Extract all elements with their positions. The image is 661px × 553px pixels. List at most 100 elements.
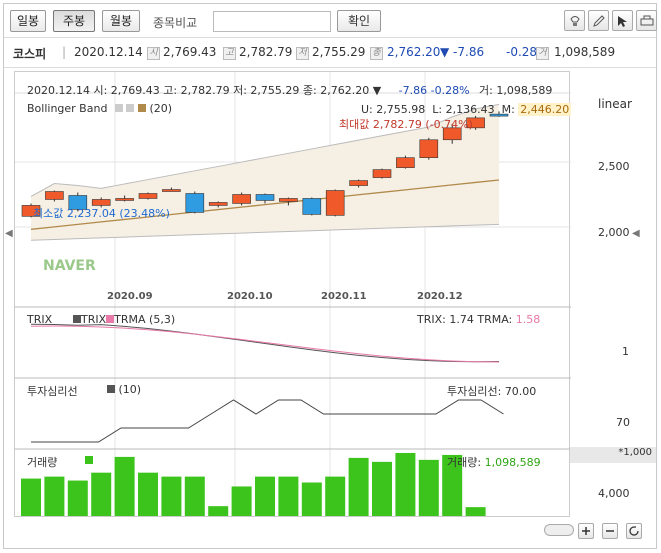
- volume-bar: [348, 457, 369, 516]
- candle-body: [419, 139, 439, 158]
- compare-input[interactable]: [213, 11, 331, 32]
- price-tick: 2,500: [598, 160, 630, 173]
- candle-body: [279, 198, 298, 202]
- volume-unit: *1,000: [570, 447, 656, 463]
- chart-area[interactable]: 2020.12.14 시: 2,769.43 고: 2,782.79 저: 2,…: [14, 71, 572, 517]
- psy-line: [31, 399, 504, 443]
- candle-body: [325, 190, 345, 216]
- info-change: ▼ -7.86: [440, 45, 485, 59]
- zoom-slider[interactable]: [544, 524, 574, 536]
- pencil-icon: [593, 15, 605, 27]
- x-tick: 2020.12: [417, 291, 463, 302]
- volume-legend: [85, 454, 93, 467]
- compare-label: 종목비교: [153, 16, 198, 30]
- volume-bar: [91, 472, 112, 516]
- info-divider: [4, 67, 656, 68]
- close-tag: 종: [370, 47, 383, 60]
- psy-legend: (10): [107, 383, 141, 396]
- volume-bar: [44, 476, 65, 516]
- candle-body: [302, 198, 322, 215]
- trix-values: TRIX: 1.74 TRMA: 1.58: [417, 313, 541, 326]
- trix-tick: 1: [622, 345, 629, 358]
- volume-bar: [465, 507, 486, 516]
- volume-bar: [184, 476, 205, 516]
- scroll-left-icon[interactable]: ◀: [5, 228, 13, 239]
- chart-widget: 일봉 주봉 월봉 종목비교 확인 코스피 | 2020.12.14 시 2,76…: [3, 3, 657, 549]
- open-tag: 시: [147, 47, 160, 60]
- candle-body: [372, 169, 392, 178]
- crosshair-tool[interactable]: [612, 10, 633, 31]
- candle-body: [115, 198, 134, 201]
- lamp-icon: [570, 16, 580, 26]
- x-tick: 2020.09: [107, 291, 153, 302]
- scale-mode[interactable]: linear: [598, 97, 632, 111]
- indicator-tool[interactable]: [564, 10, 585, 31]
- volume-bar: [114, 456, 135, 516]
- bollinger-label: Bollinger Band: [27, 102, 108, 115]
- psy-label: 투자심리선: [27, 385, 78, 398]
- volume-label: 거래량: [27, 456, 58, 469]
- naver-watermark: NAVER: [43, 258, 96, 274]
- psy-tick: 70: [616, 416, 630, 429]
- max-label: 최대값 2,782.79 (-0.74%): [339, 118, 473, 131]
- period-day-button[interactable]: 일봉: [10, 10, 46, 32]
- index-name: 코스피: [13, 47, 47, 61]
- printer-icon: [640, 15, 654, 26]
- candle-body: [162, 189, 181, 192]
- candle-body: [255, 194, 275, 201]
- low-tag: 저: [296, 47, 309, 60]
- volume-bar: [372, 461, 392, 516]
- x-tick: 2020.10: [227, 291, 273, 302]
- volume-bar: [255, 476, 275, 516]
- volume-bar: [231, 486, 252, 516]
- refresh-button[interactable]: [626, 523, 642, 539]
- candle-body: [396, 157, 415, 168]
- psy-values: 투자심리선: 70.00: [447, 385, 537, 398]
- info-high: 2,782.79: [239, 45, 293, 59]
- volume-bar: [138, 472, 158, 516]
- volume-bar: [161, 476, 182, 516]
- print-tool[interactable]: [636, 10, 657, 31]
- zoom-in-button[interactable]: [578, 523, 594, 539]
- volume-bar: [395, 452, 416, 516]
- candle-body: [208, 202, 228, 206]
- minus-icon: [606, 530, 614, 532]
- bollinger-values: U: 2,755.98 L: 2,136.43 M: 2,446.20: [361, 103, 572, 116]
- info-open: 2,769.43: [163, 45, 217, 59]
- candle-body: [45, 191, 64, 200]
- period-week-button[interactable]: 주봉: [53, 10, 95, 32]
- volume-bar: [418, 459, 439, 516]
- volume-bar: [301, 482, 322, 516]
- draw-tool[interactable]: [588, 10, 609, 31]
- info-close: 2,762.20: [387, 45, 441, 59]
- price-axis: linear 2,500 2,000 1 70 *1,000 4,000: [570, 71, 656, 517]
- compare-confirm-button[interactable]: 확인: [337, 10, 381, 32]
- trix-label: TRIX: [27, 313, 53, 326]
- scroll-right-icon[interactable]: ◀: [632, 228, 640, 239]
- info-low: 2,755.29: [312, 45, 366, 59]
- volume-bar: [325, 476, 346, 516]
- volume-bar: [67, 480, 88, 516]
- high-tag: 고: [223, 47, 236, 60]
- toolbar: 일봉 주봉 월봉 종목비교 확인: [4, 4, 657, 36]
- ohlc-legend: 2020.12.14 시: 2,769.43 고: 2,782.79 저: 2,…: [27, 84, 553, 97]
- info-date: 2020.12.14: [74, 45, 143, 59]
- info-volume: 1,098,589: [554, 45, 616, 59]
- candle-body: [232, 194, 251, 204]
- price-info-bar: 코스피 | 2020.12.14 시 2,769.43 고 2,782.79 저…: [4, 38, 656, 66]
- legend-change: -7.86 -0.28%: [398, 84, 470, 97]
- bollinger-mid-value: 2,446.20: [518, 103, 572, 116]
- bollinger-period: (20): [149, 102, 173, 115]
- candle-body: [138, 193, 158, 199]
- divider: |: [62, 45, 67, 59]
- volume-bar: [278, 476, 299, 516]
- min-label: 최소값 2,237.04 (23.48%): [33, 207, 170, 220]
- zoom-out-button[interactable]: [602, 523, 618, 539]
- refresh-icon: [629, 526, 639, 536]
- chart-canvas: [15, 72, 571, 516]
- period-month-button[interactable]: 월봉: [102, 10, 140, 32]
- cursor-icon: [618, 16, 627, 27]
- plus-icon: [582, 527, 590, 535]
- x-tick: 2020.11: [321, 291, 367, 302]
- volume-bar: [208, 506, 229, 516]
